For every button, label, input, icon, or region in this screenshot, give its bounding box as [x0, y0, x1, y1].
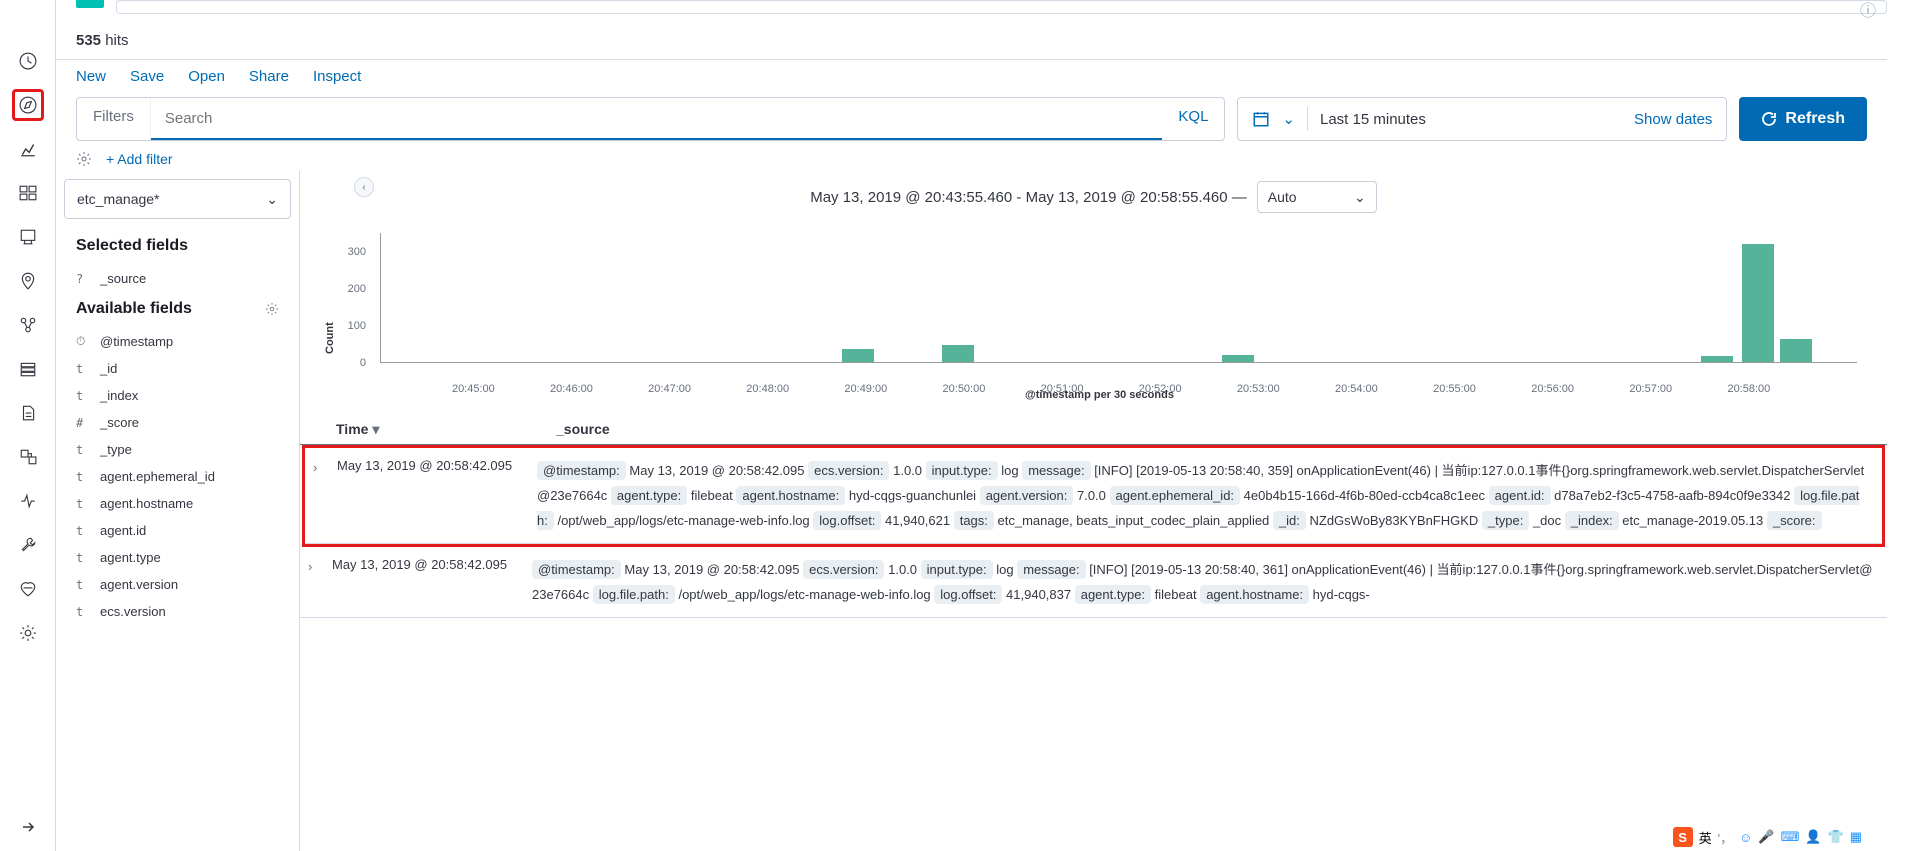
- show-dates-link[interactable]: Show dates: [1634, 111, 1712, 128]
- menu-share[interactable]: Share: [249, 68, 289, 85]
- doc-source: @timestamp: May 13, 2019 @ 20:58:42.095 …: [532, 557, 1879, 607]
- devtools-icon[interactable]: [12, 529, 44, 561]
- kql-toggle[interactable]: KQL: [1162, 98, 1224, 140]
- info-icon[interactable]: ⓘ: [1860, 0, 1876, 21]
- menu-open[interactable]: Open: [188, 68, 225, 85]
- doc-time: May 13, 2019 @ 20:58:42.095: [337, 458, 537, 533]
- hits-bar: 535 hits: [56, 22, 1887, 60]
- expand-icon[interactable]: ›: [308, 557, 332, 607]
- field-item[interactable]: t_index: [56, 382, 299, 409]
- discover-icon[interactable]: [12, 89, 44, 121]
- ime-bar: S 英 '， ☺🎤⌨👤👕▦: [1673, 823, 1862, 851]
- search-input[interactable]: [151, 98, 1163, 140]
- expand-icon[interactable]: ›: [313, 458, 337, 533]
- monitoring-icon[interactable]: [12, 573, 44, 605]
- time-picker[interactable]: ⌄ Last 15 minutes Show dates: [1237, 97, 1727, 141]
- field-item[interactable]: t_type: [56, 436, 299, 463]
- field-item[interactable]: ⏱@timestamp: [56, 328, 299, 355]
- uptime-icon[interactable]: [12, 485, 44, 517]
- doc-source: @timestamp: May 13, 2019 @ 20:58:42.095 …: [537, 458, 1874, 533]
- chart-bar[interactable]: [942, 345, 974, 362]
- interval-select[interactable]: Auto ⌄: [1257, 181, 1377, 213]
- chart-bar[interactable]: [1222, 355, 1254, 362]
- chevron-down-icon: ⌄: [1354, 189, 1366, 206]
- add-filter-link[interactable]: + Add filter: [106, 151, 173, 167]
- field-item[interactable]: tagent.ephemeral_id: [56, 463, 299, 490]
- apm-icon[interactable]: [12, 441, 44, 473]
- index-pattern-select[interactable]: etc_manage* ⌄: [64, 179, 291, 219]
- field-item[interactable]: tecs.version: [56, 598, 299, 625]
- selected-fields-title: Selected fields: [56, 229, 299, 265]
- calendar-icon: [1252, 110, 1270, 128]
- histogram-range: May 13, 2019 @ 20:43:55.460 - May 13, 20…: [810, 189, 1247, 206]
- field-item[interactable]: tagent.hostname: [56, 490, 299, 517]
- histogram-chart: Count 0100200300 20:45:0020:46:0020:47:0…: [300, 233, 1887, 403]
- chart-bar[interactable]: [1742, 244, 1774, 362]
- collapse-icon[interactable]: [12, 811, 44, 843]
- field-item[interactable]: tagent.version: [56, 571, 299, 598]
- maps-icon[interactable]: [12, 265, 44, 297]
- field-item[interactable]: t_id: [56, 355, 299, 382]
- field-item[interactable]: tagent.id: [56, 517, 299, 544]
- gear-icon[interactable]: [265, 302, 279, 316]
- visualize-icon[interactable]: [12, 133, 44, 165]
- table-row: › May 13, 2019 @ 20:58:42.095 @timestamp…: [305, 448, 1882, 544]
- field-item[interactable]: ?_source: [56, 265, 299, 292]
- hits-count: 535: [76, 32, 101, 49]
- main-content: ⓘ 535 hits New Save Open Share Inspect F…: [56, 0, 1887, 851]
- table-header: Time ▾ _source: [300, 413, 1887, 445]
- dashboard-icon[interactable]: [12, 177, 44, 209]
- collapse-panel-icon[interactable]: ‹: [354, 177, 374, 197]
- results-panel: May 13, 2019 @ 20:43:55.460 - May 13, 20…: [300, 171, 1887, 851]
- time-range-label: Last 15 minutes: [1320, 111, 1426, 128]
- hits-label: hits: [105, 32, 128, 49]
- logs-icon[interactable]: [12, 397, 44, 429]
- chevron-down-icon: ⌄: [1282, 110, 1295, 128]
- ime-logo: S: [1673, 827, 1693, 847]
- infra-icon[interactable]: [12, 353, 44, 385]
- top-menu: New Save Open Share Inspect: [56, 68, 1887, 97]
- menu-new[interactable]: New: [76, 68, 106, 85]
- available-fields-title: Available fields: [76, 300, 192, 318]
- chart-bar[interactable]: [1701, 356, 1733, 362]
- field-item[interactable]: tagent.type: [56, 544, 299, 571]
- table-row: › May 13, 2019 @ 20:58:42.095 @timestamp…: [300, 547, 1887, 618]
- query-bar: Filters KQL: [76, 97, 1225, 141]
- gear-icon[interactable]: [76, 151, 92, 167]
- chevron-down-icon: ⌄: [266, 191, 278, 208]
- menu-save[interactable]: Save: [130, 68, 164, 85]
- fields-panel: etc_manage* ⌄ Selected fields ?_source A…: [56, 171, 300, 851]
- refresh-button[interactable]: Refresh: [1739, 97, 1867, 141]
- canvas-icon[interactable]: [12, 221, 44, 253]
- management-icon[interactable]: [12, 617, 44, 649]
- breadcrumb-bar: ⓘ: [116, 0, 1887, 14]
- nav-sidebar: [0, 0, 56, 851]
- filters-label[interactable]: Filters: [77, 98, 151, 140]
- menu-inspect[interactable]: Inspect: [313, 68, 361, 85]
- chart-bar[interactable]: [1780, 339, 1812, 362]
- chart-bar[interactable]: [842, 349, 874, 362]
- doc-time: May 13, 2019 @ 20:58:42.095: [332, 557, 532, 607]
- recent-icon[interactable]: [12, 45, 44, 77]
- ml-icon[interactable]: [12, 309, 44, 341]
- field-item[interactable]: #_score: [56, 409, 299, 436]
